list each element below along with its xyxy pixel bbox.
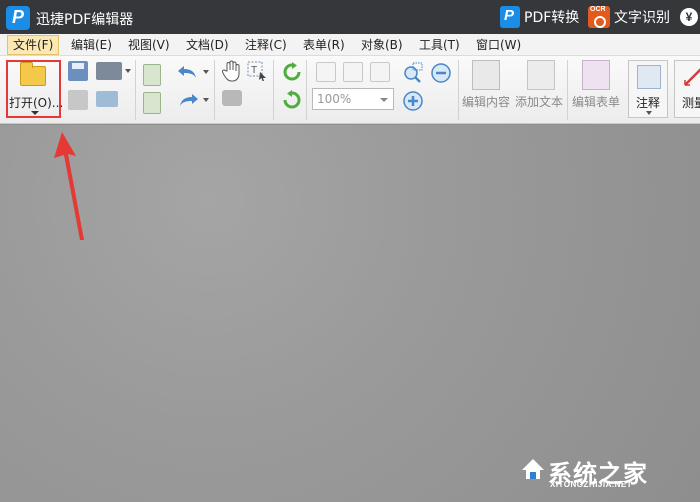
save-icon[interactable] [68, 61, 88, 81]
print-icon[interactable] [68, 90, 88, 110]
open-button[interactable]: 打开(O)... [6, 60, 64, 118]
marquee-zoom-icon[interactable] [402, 62, 424, 84]
zoom-value: 100% [317, 92, 352, 106]
undo-icon[interactable] [176, 62, 200, 82]
menu-form[interactable]: 表单(R) [298, 35, 350, 55]
open-label: 打开(O)... [9, 96, 64, 110]
redo-dropdown-icon[interactable] [203, 98, 209, 102]
add-text-icon[interactable] [527, 60, 555, 90]
insert-page-icon[interactable] [143, 92, 161, 114]
ocr-button[interactable]: 文字识别 [588, 6, 670, 28]
menu-tools[interactable]: 工具(T) [414, 35, 465, 55]
toolbar-separator [135, 60, 136, 120]
annotation-label: 注释 [636, 96, 661, 110]
extract-page-icon[interactable] [143, 64, 161, 86]
fit-page-icon[interactable] [343, 62, 363, 82]
fit-width-icon[interactable] [370, 62, 390, 82]
zoom-select[interactable]: 100% [312, 88, 394, 110]
document-workspace[interactable] [0, 125, 700, 502]
chevron-down-icon[interactable] [31, 111, 39, 115]
menu-file[interactable]: 文件(F) [7, 35, 60, 55]
app-logo-icon [6, 6, 30, 30]
title-bar: 迅捷PDF编辑器 PDF转换 文字识别 ¥ [0, 0, 700, 34]
measure-button[interactable]: 测量 [674, 60, 700, 118]
menu-edit[interactable]: 编辑(E) [66, 35, 117, 55]
chevron-down-icon[interactable] [380, 98, 388, 102]
yen-icon[interactable]: ¥ [680, 8, 698, 26]
redo-icon[interactable] [176, 90, 200, 110]
menu-view[interactable]: 视图(V) [123, 35, 175, 55]
pdf-convert-label: PDF转换 [524, 10, 580, 26]
measure-label: 测量 [682, 96, 700, 110]
annotation-button[interactable]: 注释 [628, 60, 668, 118]
pdf-convert-icon [500, 6, 520, 28]
menu-comment[interactable]: 注释(C) [240, 35, 292, 55]
toolbar-separator [306, 60, 307, 120]
undo-dropdown-icon[interactable] [203, 70, 209, 74]
edit-content-icon[interactable] [472, 60, 500, 90]
toolbar-separator [273, 60, 274, 120]
app-title: 迅捷PDF编辑器 [36, 12, 134, 28]
rotate-clockwise-icon[interactable] [282, 62, 302, 82]
scanner-dropdown-icon[interactable] [125, 69, 131, 73]
edit-content-label[interactable]: 编辑内容 [462, 93, 510, 110]
menu-window[interactable]: 窗口(W) [471, 35, 526, 55]
ocr-label: 文字识别 [614, 10, 670, 26]
rotate-counterclockwise-icon[interactable] [282, 90, 302, 110]
svg-text:T: T [251, 65, 257, 76]
ocr-icon [588, 6, 610, 28]
edit-form-label[interactable]: 编辑表单 [572, 93, 620, 110]
toolbar-separator [214, 60, 215, 120]
toolbar-separator [567, 60, 568, 120]
watermark-logo-icon [522, 459, 544, 479]
annotation-icon [637, 65, 661, 89]
measure-icon [684, 68, 700, 86]
zoom-out-icon[interactable] [430, 62, 452, 84]
actual-size-icon[interactable] [316, 62, 336, 82]
menu-object[interactable]: 对象(B) [356, 35, 408, 55]
toolbar: 打开(O)... T 100% 编辑内容 添加文本 编辑表单 注释 测 [0, 56, 700, 124]
red-arrow-annotation [54, 132, 84, 240]
text-select-icon[interactable]: T [246, 60, 268, 82]
snapshot-icon[interactable] [222, 90, 242, 106]
edit-form-icon[interactable] [582, 60, 610, 90]
zoom-in-icon[interactable] [402, 90, 424, 112]
hand-tool-icon[interactable] [222, 60, 242, 82]
chevron-down-icon[interactable] [646, 111, 652, 115]
add-text-label[interactable]: 添加文本 [515, 93, 563, 110]
menu-bar: 文件(F) 编辑(E) 视图(V) 文档(D) 注释(C) 表单(R) 对象(B… [0, 34, 700, 56]
watermark: 系统之家 XITONGZHIJIA.NET [520, 452, 690, 494]
folder-icon [20, 62, 46, 86]
menu-document[interactable]: 文档(D) [181, 35, 234, 55]
pdf-convert-button[interactable]: PDF转换 [500, 6, 579, 28]
toolbar-separator [458, 60, 459, 120]
watermark-subtext: XITONGZHIJIA.NET [550, 480, 633, 489]
email-icon[interactable] [96, 91, 118, 107]
scanner-icon[interactable] [96, 62, 122, 80]
